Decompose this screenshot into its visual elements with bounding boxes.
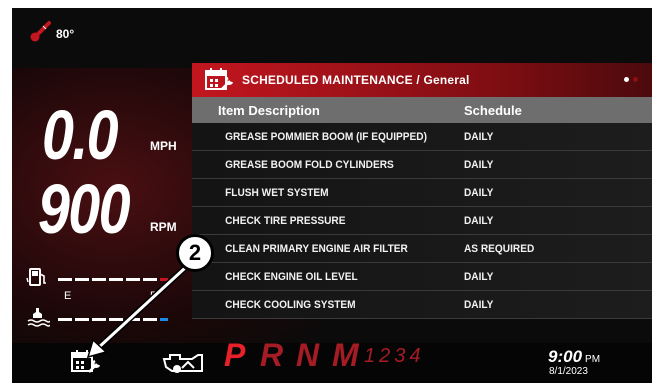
- tank-full-label: F: [150, 290, 157, 302]
- gear-p: P: [224, 337, 246, 373]
- table-row[interactable]: CHECK TIRE PRESSURE DAILY: [192, 207, 652, 235]
- tank-level-bar: [58, 318, 168, 321]
- item-description: CHECK ENGINE OIL LEVEL: [225, 270, 358, 283]
- display-screen: 80° 0.0 MPH 900 RPM E F SCHEDULED MAINTE…: [12, 8, 652, 383]
- table-row[interactable]: GREASE POMMIER BOOM (IF EQUIPPED) DAILY: [192, 123, 652, 151]
- table-row[interactable]: GREASE BOOM FOLD CYLINDERS DAILY: [192, 151, 652, 179]
- column-header-schedule: Schedule: [464, 102, 522, 118]
- table-row[interactable]: CLEAN PRIMARY ENGINE AIR FILTER AS REQUIR…: [192, 235, 652, 263]
- callout-badge: 2: [176, 234, 214, 272]
- clock-date: 8/1/2023: [549, 366, 588, 377]
- page-indicator[interactable]: [624, 77, 638, 82]
- table-row[interactable]: CHECK COOLING SYSTEM DAILY: [192, 291, 652, 319]
- fuel-gauge: [26, 266, 168, 293]
- item-description: CHECK TIRE PRESSURE: [225, 214, 346, 227]
- clock-time: 9:00 PM: [548, 347, 600, 367]
- bottom-status-bar: P R N M 1234 9:00 PM 8/1/2023: [12, 337, 652, 383]
- item-description: FLUSH WET SYSTEM: [225, 186, 329, 199]
- thermometer-icon: [30, 20, 52, 47]
- item-description: CHECK COOLING SYSTEM: [225, 298, 356, 311]
- item-schedule: DAILY: [464, 270, 494, 283]
- time-value: 9:00: [548, 347, 583, 366]
- table-header: Item Description Schedule: [192, 97, 652, 123]
- gear-n: N: [296, 337, 320, 373]
- rpm-value: 900: [38, 170, 130, 248]
- panel-title: SCHEDULED MAINTENANCE / General: [242, 73, 470, 87]
- fuel-pump-icon: [26, 266, 50, 293]
- gear-numbers: 1234: [364, 345, 425, 367]
- tank-level-icon: [26, 306, 51, 333]
- table-row[interactable]: FLUSH WET SYSTEM DAILY: [192, 179, 652, 207]
- item-schedule: AS REQUIRED: [464, 242, 535, 255]
- tank-level-gauge: [26, 306, 168, 333]
- maintenance-calendar-button-icon[interactable]: [70, 349, 104, 380]
- tank-empty-label: E: [64, 290, 72, 302]
- column-header-item: Item Description: [218, 102, 320, 118]
- engine-service-icon: [162, 351, 208, 380]
- item-schedule: DAILY: [464, 130, 494, 143]
- item-description: CLEAN PRIMARY ENGINE AIR FILTER: [225, 242, 408, 255]
- gear-m: M: [332, 337, 359, 373]
- item-schedule: DAILY: [464, 298, 494, 311]
- item-schedule: DAILY: [464, 186, 494, 199]
- temperature-indicator: 80°: [30, 20, 74, 47]
- panel-header: SCHEDULED MAINTENANCE / General: [192, 63, 652, 97]
- page-dot-active[interactable]: [624, 77, 629, 82]
- scheduled-maintenance-panel: SCHEDULED MAINTENANCE / General Item Des…: [192, 63, 652, 339]
- item-schedule: DAILY: [464, 214, 494, 227]
- item-schedule: DAILY: [464, 158, 494, 171]
- fuel-level-bar: [58, 278, 168, 281]
- table-row[interactable]: CHECK ENGINE OIL LEVEL DAILY: [192, 263, 652, 291]
- rpm-unit: RPM: [150, 220, 177, 234]
- page-dot[interactable]: [633, 77, 638, 82]
- temperature-value: 80°: [56, 26, 75, 41]
- maintenance-calendar-icon: [204, 67, 234, 93]
- maintenance-list: GREASE POMMIER BOOM (IF EQUIPPED) DAILY G…: [192, 123, 652, 319]
- gear-r: R: [260, 337, 284, 373]
- speed-unit: MPH: [150, 139, 177, 153]
- time-ampm: PM: [585, 354, 601, 365]
- speed-value: 0.0: [42, 96, 119, 174]
- item-description: GREASE BOOM FOLD CYLINDERS: [225, 158, 394, 171]
- item-description: GREASE POMMIER BOOM (IF EQUIPPED): [225, 130, 427, 143]
